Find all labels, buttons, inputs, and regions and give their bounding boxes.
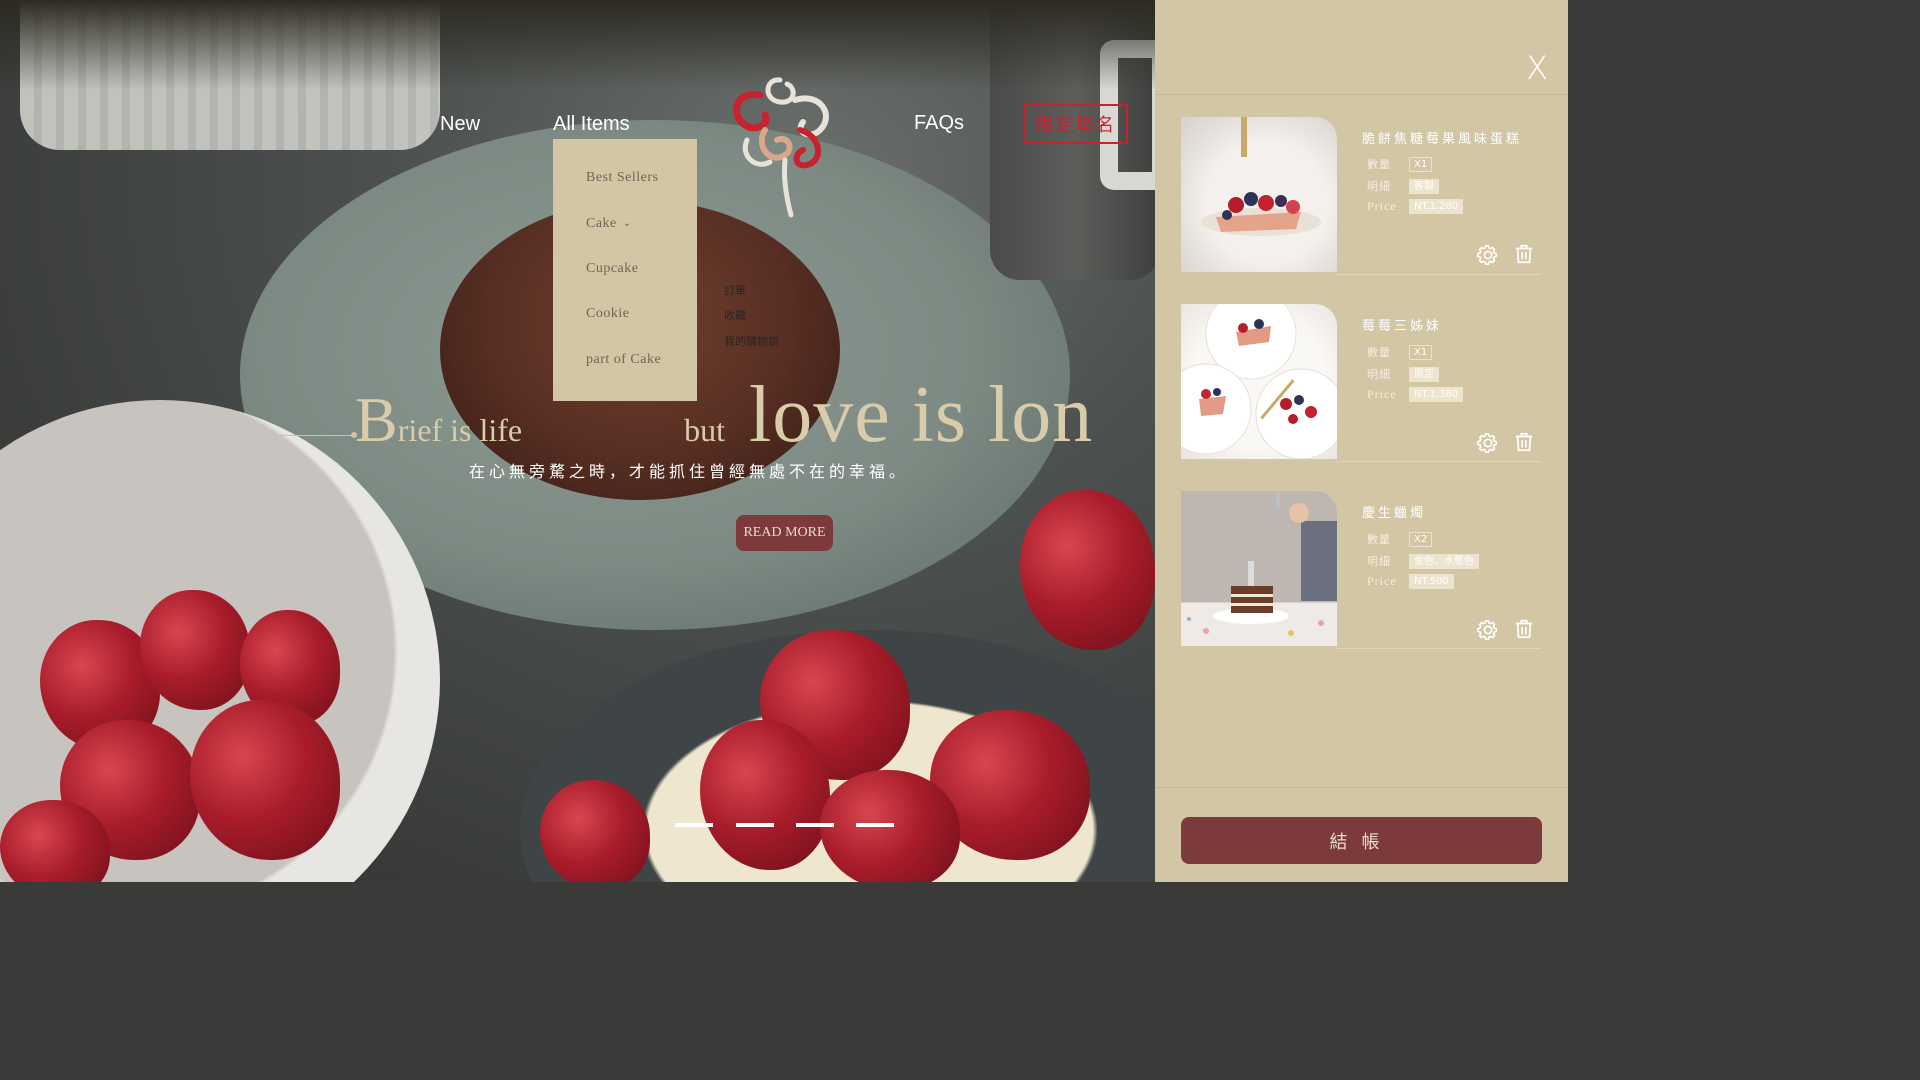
trash-icon[interactable]	[1513, 618, 1535, 640]
detail-label: 明細	[1367, 555, 1391, 568]
cart-item-name: 莓莓三姊妹	[1362, 319, 1443, 334]
headline-initial: B	[355, 384, 398, 455]
price-label: Price	[1367, 574, 1397, 588]
price-label: Price	[1367, 199, 1397, 213]
hero-headline: Brief is life but love is lon	[355, 370, 1093, 461]
trash-icon[interactable]	[1513, 243, 1535, 265]
nav-faqs[interactable]: FAQs	[914, 112, 964, 135]
dropdown-item-label: Cake	[586, 216, 617, 231]
qty-label: 數量	[1367, 346, 1391, 359]
divider	[1155, 787, 1568, 788]
checkout-button[interactable]: 結帳	[1181, 817, 1542, 864]
brand-logo-icon[interactable]	[725, 70, 840, 220]
detail-label: 明細	[1367, 368, 1391, 381]
price-value: NT.500	[1409, 574, 1454, 589]
raspberry-image	[540, 780, 650, 882]
dropdown-item-best-sellers[interactable]: Best Sellers	[586, 170, 659, 186]
slide-indicator-2[interactable]	[736, 823, 774, 827]
slide-indicator-4[interactable]	[856, 823, 894, 827]
headline-part-2: but	[684, 412, 725, 448]
gear-icon[interactable]	[1477, 619, 1499, 641]
slide-indicator-1[interactable]	[675, 823, 713, 827]
headline-part-1: rief is life	[397, 412, 523, 448]
headline-part-3: love is lon	[748, 371, 1094, 459]
account-menu-bag[interactable]: 我的購物袋	[724, 333, 779, 349]
hero-subtitle: 在心無旁騖之時，才能抓住曾經無處不在的幸福。	[469, 462, 910, 481]
qty-label: 數量	[1367, 533, 1391, 546]
account-menu-orders[interactable]: 訂單	[724, 282, 746, 298]
product-thumbnail[interactable]	[1181, 117, 1337, 272]
slide-indicator-3[interactable]	[796, 823, 834, 827]
dropdown-item-cookie[interactable]: Cookie	[586, 306, 629, 322]
gear-icon[interactable]	[1477, 244, 1499, 266]
raspberry-image	[1020, 490, 1155, 650]
divider	[1155, 94, 1568, 95]
price-value: NT.1,380	[1409, 387, 1464, 402]
limited-collab-button[interactable]: 限定聯名	[1024, 104, 1128, 144]
detail-value: 原定	[1409, 366, 1439, 382]
qty-value: X2	[1409, 531, 1433, 547]
detail-value: 客製	[1409, 178, 1439, 194]
qty-label: 數量	[1367, 158, 1391, 171]
nav-all-items[interactable]: All Items	[553, 113, 630, 136]
dropdown-item-cake[interactable]: Cake ⌄	[586, 216, 632, 232]
dropdown-item-part-of-cake[interactable]: part of Cake	[586, 352, 661, 368]
cart-item-name: 慶生蠟燭	[1362, 506, 1427, 521]
product-thumbnail[interactable]	[1181, 491, 1337, 646]
qty-value: X1	[1409, 156, 1433, 172]
read-more-button[interactable]: READ MORE	[736, 515, 833, 551]
detail-label: 明細	[1367, 180, 1391, 193]
cart-item: 莓莓三姊妹 數量 X1 明細 原定 Price NT.1,380	[1181, 304, 1541, 462]
detail-value: 金色、水藍色	[1409, 553, 1479, 569]
product-thumbnail[interactable]	[1181, 304, 1337, 459]
cart-item: 脆餅焦糖莓果風味蛋糕 數量 X1 明細 客製 Price NT.1,280	[1181, 117, 1541, 275]
cart-panel: X 脆餅焦糖莓果風味蛋糕 數量 X1 明細 客製 Price NT.1,280	[1155, 0, 1568, 882]
account-menu-favorites[interactable]: 收藏	[724, 307, 746, 323]
price-label: Price	[1367, 387, 1397, 401]
trash-icon[interactable]	[1513, 431, 1535, 453]
decorative-line	[173, 435, 355, 436]
all-items-dropdown: Best Sellers Cake ⌄ Cupcake Cookie part o…	[553, 139, 697, 401]
cart-item: 慶生蠟燭 數量 X2 明細 金色、水藍色 Price NT.500	[1181, 491, 1541, 649]
cart-item-name: 脆餅焦糖莓果風味蛋糕	[1362, 132, 1523, 147]
chevron-down-icon: ⌄	[622, 218, 632, 229]
close-cart-button[interactable]: X	[1526, 52, 1548, 84]
price-value: NT.1,280	[1409, 199, 1464, 214]
gear-icon[interactable]	[1477, 432, 1499, 454]
nav-new[interactable]: New	[440, 113, 480, 136]
qty-value: X1	[1409, 344, 1433, 360]
dropdown-item-cupcake[interactable]: Cupcake	[586, 261, 638, 277]
